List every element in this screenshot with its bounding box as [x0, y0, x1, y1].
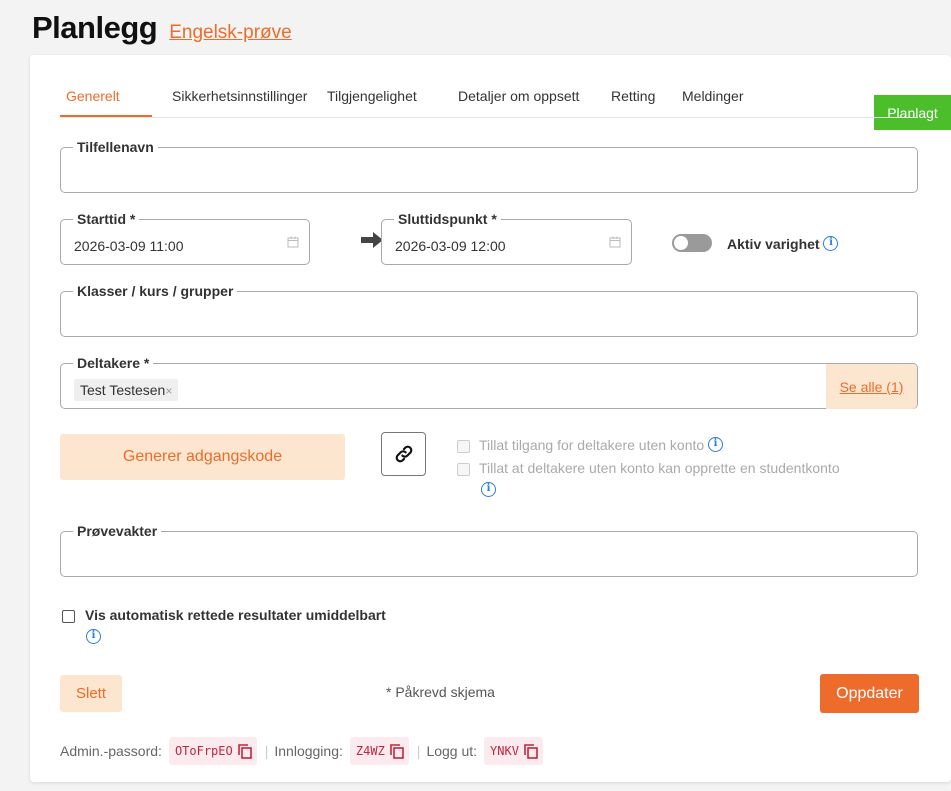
start-time-value: 2026-03-09 11:00 [74, 238, 184, 254]
copy-link-button[interactable] [381, 432, 426, 476]
info-icon[interactable]: i [481, 482, 496, 497]
active-duration-label: Aktiv varighet i [727, 236, 839, 252]
copy-icon[interactable] [237, 743, 252, 759]
instance-name-field[interactable]: Tilfellenavn [60, 139, 918, 193]
toggle-knob [674, 236, 688, 250]
allow-no-account-text: Tillat tilgang for deltakere uten konto [479, 437, 705, 453]
end-time-field[interactable]: Sluttidspunkt * 2026-03-09 12:00 [381, 211, 632, 265]
participant-chip-label: Test Testesen [80, 382, 166, 398]
start-time-label: Starttid * [73, 211, 140, 227]
end-time-label: Sluttidspunkt * [394, 211, 501, 227]
tab-grading[interactable]: Retting [611, 88, 655, 104]
info-icon[interactable]: i [86, 629, 101, 644]
allow-create-account-checkbox[interactable] [457, 463, 470, 476]
active-duration-toggle[interactable] [672, 234, 712, 252]
generate-access-code-button[interactable]: Generer adgangskode [60, 434, 345, 480]
login-label: Innlogging: [274, 743, 343, 759]
update-button[interactable]: Oppdater [820, 674, 919, 713]
calendar-icon[interactable] [287, 236, 299, 248]
tab-general[interactable]: Generelt [66, 88, 120, 104]
logout-label: Logg ut: [426, 743, 478, 759]
logout-code-value: YNKV [490, 744, 519, 758]
classes-label: Klasser / kurs / grupper [73, 283, 238, 299]
copy-icon[interactable] [524, 743, 538, 759]
tab-accessibility[interactable]: Tilgjengelighet [327, 88, 417, 104]
page-title: Planlegg [32, 10, 158, 45]
show-results-checkbox[interactable] [62, 610, 75, 623]
allow-create-account-label: Tillat at deltakere uten konto kan oppre… [479, 460, 840, 476]
copy-icon[interactable] [389, 743, 404, 759]
admin-password-value: OToFrpEO [174, 744, 233, 758]
tab-security-settings[interactable]: Sikkerhetsinnstillinger [172, 88, 307, 104]
page-header: Planlegg Engelsk-prøve [32, 10, 292, 46]
start-time-field[interactable]: Starttid * 2026-03-09 11:00 [60, 211, 310, 265]
info-icon[interactable]: i [823, 236, 839, 251]
proctors-label: Prøvevakter [73, 523, 162, 539]
login-code-value: Z4WZ [355, 744, 385, 758]
instance-name-label: Tilfellenavn [73, 139, 158, 155]
link-icon [395, 445, 412, 463]
active-duration-text: Aktiv varighet [727, 236, 820, 252]
tab-setup-details[interactable]: Detaljer om oppsett [458, 88, 579, 104]
schedule-card: Planlagt Generelt Sikkerhetsinnstillinge… [30, 55, 951, 782]
end-time-value: 2026-03-09 12:00 [395, 238, 506, 254]
test-name-link[interactable]: Engelsk-prøve [169, 22, 292, 44]
active-tab-indicator [60, 115, 152, 117]
delete-button[interactable]: Slett [60, 675, 122, 712]
separator: | [416, 743, 421, 759]
logout-code: YNKV [484, 737, 543, 765]
proctors-field[interactable]: Prøvevakter [60, 523, 918, 577]
participants-field[interactable]: Deltakere * Test Testesen× Se alle (1) [60, 355, 918, 409]
admin-password-label: Admin.-passord: [60, 743, 162, 759]
admin-password-code: OToFrpEO [168, 737, 257, 765]
login-code: Z4WZ [349, 737, 409, 765]
show-results-label: Vis automatisk rettede resultater umidde… [85, 607, 386, 623]
participants-label: Deltakere * [73, 355, 154, 371]
classes-field[interactable]: Klasser / kurs / grupper [60, 283, 918, 337]
separator: | [264, 743, 269, 759]
arrow-right-icon [361, 232, 383, 248]
calendar-icon[interactable] [609, 236, 621, 248]
tab-bar: Generelt Sikkerhetsinnstillinger Tilgjen… [60, 85, 918, 118]
participant-chip: Test Testesen× [74, 379, 179, 401]
see-all-button[interactable]: Se alle (1) [826, 364, 917, 409]
close-icon[interactable]: × [165, 384, 172, 398]
tab-messages[interactable]: Meldinger [682, 88, 743, 104]
allow-no-account-checkbox[interactable] [457, 440, 470, 453]
access-codes-footer: Admin.-passord: OToFrpEO | Innlogging: Z… [60, 737, 543, 765]
info-icon[interactable]: i [708, 437, 724, 452]
allow-no-account-label: Tillat tilgang for deltakere uten konto … [479, 437, 724, 453]
required-note: * Påkrevd skjema [386, 684, 495, 700]
